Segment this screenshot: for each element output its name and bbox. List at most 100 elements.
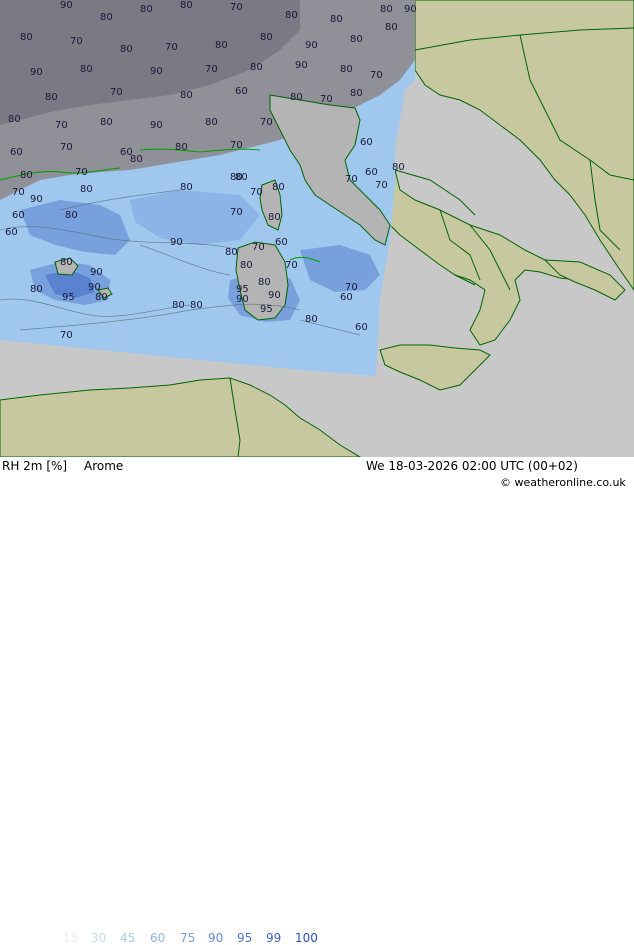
contour-label: 70	[370, 70, 383, 81]
contour-label: 80	[350, 34, 363, 45]
contour-label: 80	[250, 62, 263, 73]
contour-label: 80	[180, 90, 193, 101]
contour-label: 80	[130, 154, 143, 165]
contour-label: 80	[330, 14, 343, 25]
contour-label: 80	[20, 170, 33, 181]
contour-label: 80	[268, 212, 281, 223]
contour-label: 80	[380, 4, 393, 15]
contour-label: 80	[180, 0, 193, 11]
map-footer: RH 2m [%] Arome We 18-03-2026 02:00 UTC …	[0, 457, 634, 945]
weather-map: 90 80 80 80 70 80 80 80 90 80 70 80 70 8…	[0, 0, 634, 457]
contour-label: 80	[45, 92, 58, 103]
contour-label: 80	[60, 257, 73, 268]
contour-label: 70	[250, 187, 263, 198]
contour-label: 80	[290, 92, 303, 103]
legend-level: 30	[91, 931, 107, 945]
contour-label: 80	[172, 300, 185, 311]
contour-label: 90	[404, 4, 417, 15]
legend-level: 45	[120, 931, 136, 945]
contour-label: 70	[55, 120, 68, 131]
contour-label: 80	[190, 300, 203, 311]
contour-label: 80	[260, 32, 273, 43]
contour-label: 90	[170, 237, 183, 248]
contour-label: 80	[140, 4, 153, 15]
contour-label: 70	[60, 330, 73, 341]
model-label: Arome	[84, 459, 124, 473]
contour-label: 70	[165, 42, 178, 53]
map-canvas: 90 80 80 80 70 80 80 80 90 80 70 80 70 8…	[0, 0, 634, 457]
contour-label: 60	[365, 167, 378, 178]
variable-label: RH 2m [%]	[2, 459, 68, 473]
valid-time-label: We 18-03-2026 02:00 UTC (00+02)	[366, 459, 578, 473]
contour-label: 60	[355, 322, 368, 333]
contour-label: 80	[272, 182, 285, 193]
contour-label: 80	[285, 10, 298, 21]
contour-label: 90	[88, 282, 101, 293]
contour-label: 70	[345, 174, 358, 185]
contour-label: 70	[260, 117, 273, 128]
contour-label: 60	[235, 86, 248, 97]
contour-label: 70	[320, 94, 333, 105]
credit-label[interactable]: © weatheronline.co.uk	[500, 476, 626, 490]
contour-label: 95	[260, 304, 273, 315]
contour-label: 80	[258, 277, 271, 288]
contour-label: 80	[205, 117, 218, 128]
contour-label: 80	[120, 44, 133, 55]
contour-label: 60	[12, 210, 25, 221]
contour-label: 80	[385, 22, 398, 33]
contour-label: 70	[252, 242, 265, 253]
contour-label: 80	[240, 260, 253, 271]
legend-level: 75	[180, 931, 196, 945]
legend-level: 100	[295, 931, 318, 945]
contour-label: 90	[90, 267, 103, 278]
contour-label: 80	[100, 12, 113, 23]
contour-label: 80	[175, 142, 188, 153]
contour-label: 70	[110, 87, 123, 98]
contour-label: 60	[340, 292, 353, 303]
contour-label: 70	[375, 180, 388, 191]
contour-label: 80	[350, 88, 363, 99]
contour-label: 95	[62, 292, 75, 303]
contour-label: 90	[150, 66, 163, 77]
contour-label: 70	[230, 207, 243, 218]
contour-label: 90	[30, 67, 43, 78]
contour-label: 90	[305, 40, 318, 51]
contour-label: 60	[10, 147, 23, 158]
contour-label: 70	[345, 282, 358, 293]
contour-label: 90	[295, 60, 308, 71]
legend-level: 60	[150, 931, 166, 945]
contour-label: 90	[60, 0, 73, 11]
contour-label: 90	[236, 294, 249, 305]
contour-label: 80	[230, 172, 243, 183]
contour-label: 80	[95, 292, 108, 303]
contour-label: 70	[60, 142, 73, 153]
contour-label: 80	[8, 114, 21, 125]
contour-label: 80	[340, 64, 353, 75]
contour-label: 60	[5, 227, 18, 238]
contour-label: 80	[305, 314, 318, 325]
contour-label: 80	[100, 117, 113, 128]
contour-label: 60	[275, 237, 288, 248]
contour-label: 80	[65, 210, 78, 221]
contour-label: 90	[30, 194, 43, 205]
contour-label: 80	[215, 40, 228, 51]
contour-label: 70	[230, 140, 243, 151]
contour-label: 80	[30, 284, 43, 295]
contour-label: 60	[360, 137, 373, 148]
contour-label: 80	[80, 184, 93, 195]
legend-level: 99	[266, 931, 282, 945]
contour-label: 80	[225, 247, 238, 258]
contour-label: 80	[80, 64, 93, 75]
legend-level: 95	[237, 931, 253, 945]
contour-label: 70	[285, 260, 298, 271]
legend-level: 90	[208, 931, 224, 945]
contour-label: 90	[268, 290, 281, 301]
contour-label: 80	[180, 182, 193, 193]
contour-label: 80	[20, 32, 33, 43]
contour-label: 80	[392, 162, 405, 173]
contour-label: 70	[230, 2, 243, 13]
contour-label: 90	[150, 120, 163, 131]
contour-label: 70	[205, 64, 218, 75]
contour-label: 70	[70, 36, 83, 47]
legend-level: 15	[63, 931, 79, 945]
